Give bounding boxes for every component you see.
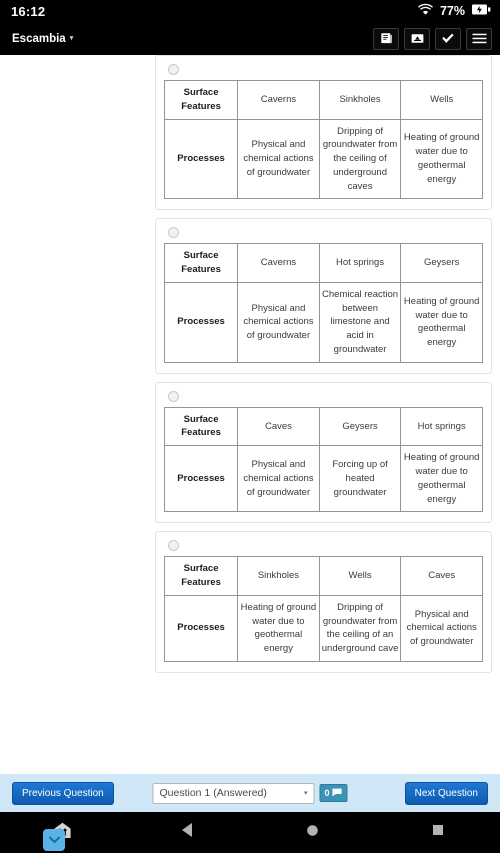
battery-percent-label: 77% — [439, 4, 465, 18]
app-header: Escambia ▾ — [0, 22, 500, 55]
answer-option[interactable]: Surface Features Caverns Sinkholes Wells Pro… — [155, 55, 492, 211]
feature-cell: Sinkholes — [318, 80, 402, 120]
android-status-bar: 16:12 77% — [0, 0, 500, 22]
table-row: Surface Features Caverns Hot springs Geyser… — [163, 243, 483, 283]
inbox-icon-button[interactable] — [404, 27, 430, 50]
process-cell: Heating of ground water due to geotherma… — [400, 445, 483, 513]
row-header-label: Processes — [163, 281, 239, 363]
chevron-down-icon: ▾ — [69, 35, 74, 42]
feature-cell: Caverns — [237, 243, 320, 283]
question-picker-group: Question 1 (Answered) ▾ 0 — [152, 782, 348, 804]
header-actions — [373, 27, 492, 50]
table-row: Surface Features Caverns Sinkholes Wells — [163, 80, 483, 120]
process-cell: Dripping of groundwater from the ceiling… — [318, 594, 402, 662]
process-cell: Physical and chemical actions of groundw… — [237, 281, 320, 363]
battery-charging-icon — [472, 2, 491, 20]
inbox-icon — [411, 32, 424, 45]
option-table: Surface Features Caverns Sinkholes Wells Pro… — [163, 80, 483, 200]
table-row: Processes Physical and chemical actions o… — [163, 281, 483, 363]
question-select[interactable]: Question 1 (Answered) ▾ — [152, 782, 315, 804]
row-header-label: Surface Features — [163, 556, 239, 596]
notebook-icon-button[interactable] — [373, 27, 399, 50]
option-table: Surface Features Caves Geysers Hot springs P… — [163, 406, 483, 513]
feature-cell: Wells — [400, 80, 483, 120]
process-cell: Heating of ground water due to geotherma… — [237, 594, 320, 662]
question-navigation-bar: Previous Question Question 1 (Answered) … — [0, 774, 500, 812]
answer-option[interactable]: Surface Features Sinkholes Wells Caves Proce… — [155, 531, 492, 673]
feature-cell: Hot springs — [318, 243, 402, 283]
home-button[interactable] — [250, 823, 375, 843]
answer-option[interactable]: Surface Features Caves Geysers Hot springs P… — [155, 381, 492, 524]
row-header-label: Surface Features — [163, 406, 239, 447]
check-icon-button[interactable] — [435, 27, 461, 50]
back-icon — [180, 822, 195, 843]
option-table: Surface Features Sinkholes Wells Caves Proce… — [163, 556, 483, 662]
recents-icon — [431, 823, 445, 842]
question-select-value: Question 1 (Answered) — [159, 787, 267, 799]
back-button[interactable] — [125, 822, 250, 843]
content-area[interactable]: Surface Features Caverns Sinkholes Wells Pro… — [0, 55, 500, 774]
row-header-label: Surface Features — [163, 243, 239, 283]
status-indicators: 77% — [417, 2, 491, 20]
answer-option-radio[interactable] — [168, 540, 179, 552]
option-table: Surface Features Caverns Hot springs Geyser… — [163, 243, 483, 363]
table-row: Processes Physical and chemical actions o… — [163, 118, 483, 200]
answer-option-radio[interactable] — [168, 390, 179, 402]
district-label: Escambia — [12, 32, 66, 45]
answer-option[interactable]: Surface Features Caverns Hot springs Geyser… — [155, 218, 492, 374]
table-row: Processes Physical and chemical actions o… — [163, 445, 483, 513]
process-cell: Heating of ground water due to geotherma… — [400, 281, 483, 363]
process-cell: Physical and chemical actions of groundw… — [400, 594, 483, 662]
table-row: Surface Features Caves Geysers Hot springs — [163, 406, 483, 447]
hamburger-menu-icon — [472, 33, 487, 44]
home-icon — [305, 823, 320, 843]
process-cell: Chemical reaction between limestone and … — [318, 281, 402, 363]
row-header-label: Surface Features — [163, 80, 239, 120]
answer-option-radio[interactable] — [168, 64, 179, 75]
chevron-down-icon — [48, 831, 60, 849]
previous-question-button[interactable]: Previous Question — [12, 781, 114, 805]
row-header-label: Processes — [163, 594, 239, 662]
process-cell: Heating of ground water due to geotherma… — [400, 118, 483, 200]
district-selector[interactable]: Escambia ▾ — [12, 33, 73, 45]
flag-icon — [332, 784, 343, 802]
feature-cell: Hot springs — [400, 406, 483, 447]
table-row: Processes Heating of ground water due to … — [163, 594, 483, 662]
flag-count: 0 — [324, 787, 330, 798]
app-root: 16:12 77% Escambia ▾ Surface Features Ca… — [0, 0, 500, 853]
process-cell: Physical and chemical actions of groundw… — [237, 118, 320, 200]
row-header-label: Processes — [163, 118, 239, 200]
check-icon — [441, 33, 455, 44]
answer-option-radio[interactable] — [168, 227, 179, 239]
feature-cell: Geysers — [318, 406, 402, 447]
answer-options-list: Surface Features Caverns Sinkholes Wells Pro… — [155, 55, 492, 774]
feature-cell: Sinkholes — [237, 556, 320, 596]
scroll-down-button[interactable] — [43, 829, 65, 851]
android-nav-bar — [0, 812, 500, 853]
recents-button[interactable] — [375, 823, 500, 842]
wifi-icon — [417, 2, 433, 20]
process-cell: Physical and chemical actions of groundw… — [237, 445, 320, 513]
next-question-button[interactable]: Next Question — [404, 781, 488, 805]
feature-cell: Geysers — [400, 243, 483, 283]
notebook-icon — [380, 32, 393, 45]
table-row: Surface Features Sinkholes Wells Caves — [163, 556, 483, 596]
status-clock: 16:12 — [11, 3, 46, 19]
process-cell: Forcing up of heated groundwater — [318, 445, 402, 513]
feature-cell: Caves — [400, 556, 483, 596]
feature-cell: Caverns — [237, 80, 320, 120]
row-header-label: Processes — [163, 445, 239, 513]
process-cell: Dripping of groundwater from the ceiling… — [318, 118, 402, 200]
flag-badge[interactable]: 0 — [319, 784, 348, 802]
feature-cell: Caves — [237, 406, 320, 447]
hamburger-menu-icon-button[interactable] — [466, 27, 492, 50]
chevron-down-icon: ▾ — [303, 790, 308, 797]
feature-cell: Wells — [318, 556, 402, 596]
